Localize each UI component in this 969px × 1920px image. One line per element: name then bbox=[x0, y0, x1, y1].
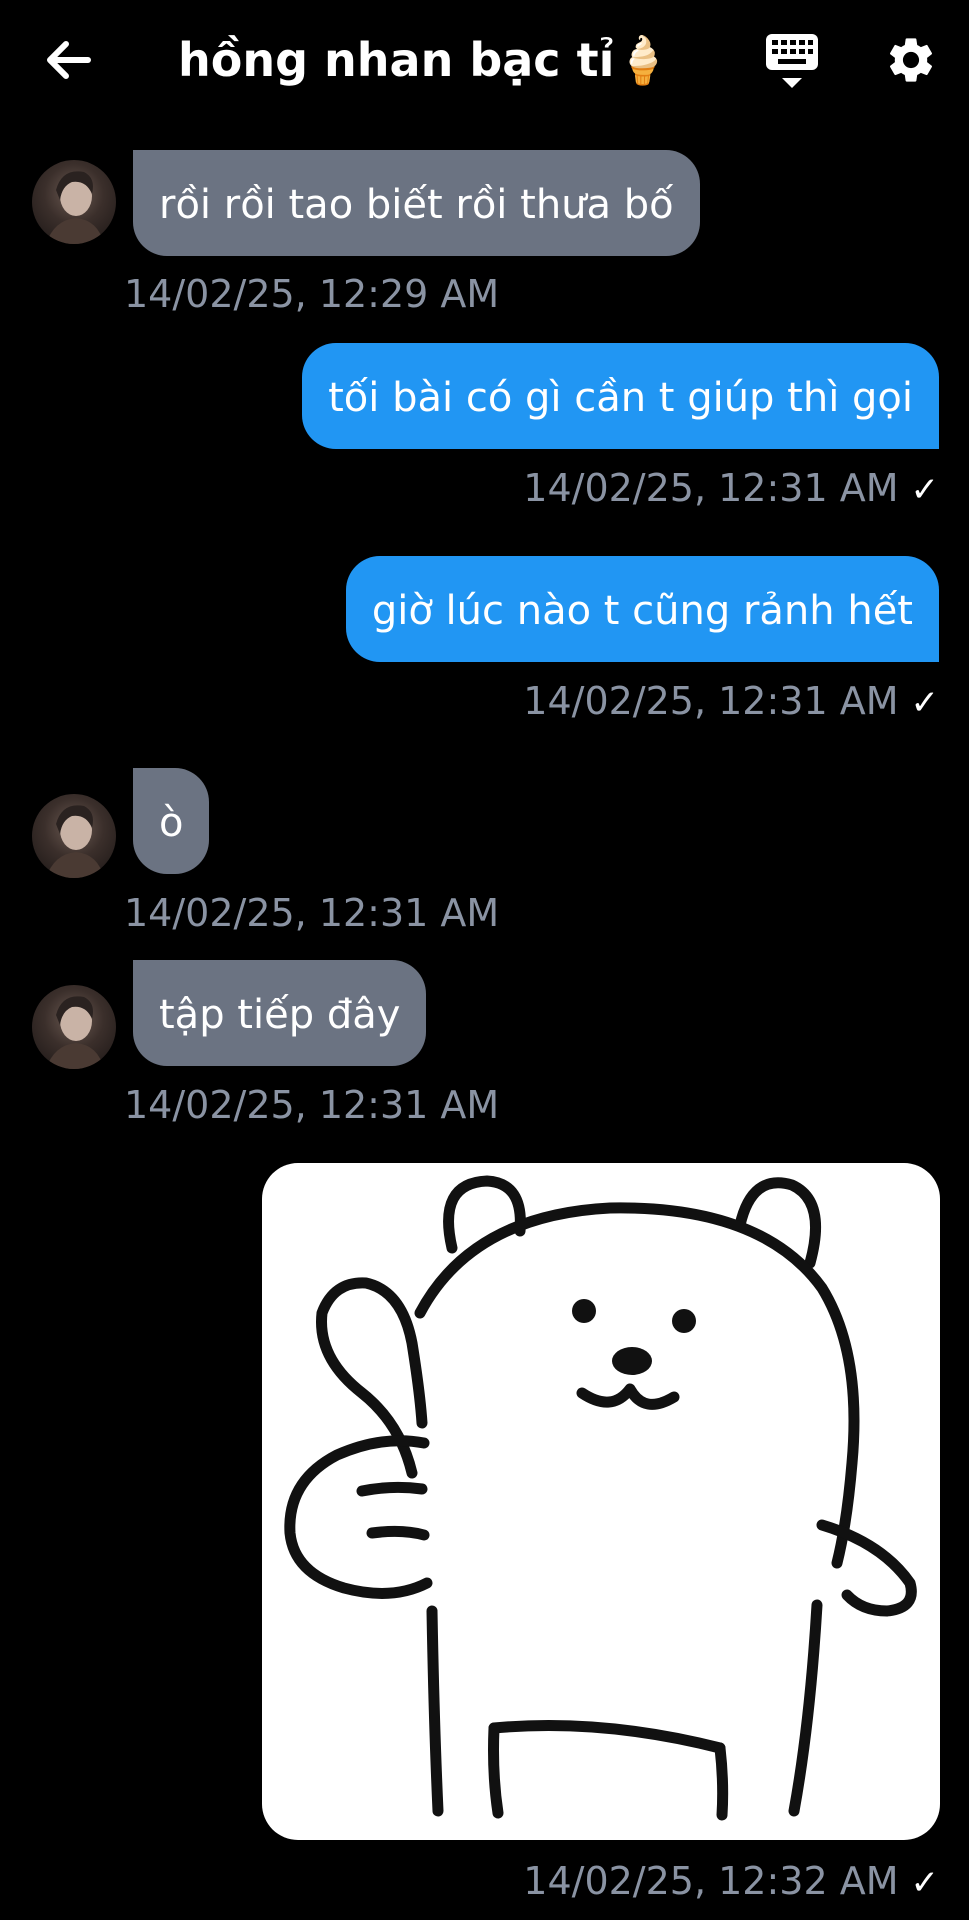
message-timestamp: 14/02/25, 12:32 AM bbox=[523, 1859, 899, 1903]
gear-icon bbox=[889, 38, 933, 82]
message-timestamp: 14/02/25, 12:31 AM bbox=[124, 891, 500, 935]
contact-avatar[interactable] bbox=[32, 985, 116, 1069]
sent-check-icon: ✓ bbox=[910, 1863, 940, 1903]
sticker-message[interactable] bbox=[262, 1163, 940, 1840]
message-bubble-incoming[interactable]: tập tiếp đây bbox=[133, 960, 427, 1066]
message-timestamp: 14/02/25, 12:31 AM bbox=[523, 466, 899, 510]
back-arrow-icon bbox=[47, 41, 91, 79]
settings-button[interactable] bbox=[884, 32, 938, 88]
message-meta: 14/02/25, 12:31 AM ✓ bbox=[523, 466, 939, 512]
message-timestamp: 14/02/25, 12:31 AM bbox=[124, 1083, 500, 1127]
chat-title: hồng nhan bạc tỉ🍦 bbox=[178, 33, 672, 87]
message-bubble-incoming[interactable]: rồi rồi tao biết rồi thưa bố bbox=[133, 150, 700, 256]
sent-check-icon: ✓ bbox=[910, 470, 940, 510]
keyboard-icon bbox=[766, 34, 818, 88]
keyboard-button[interactable] bbox=[764, 32, 820, 92]
contact-avatar[interactable] bbox=[32, 160, 116, 244]
message-timestamp: 14/02/25, 12:29 AM bbox=[124, 272, 500, 316]
message-bubble-incoming[interactable]: ò bbox=[133, 768, 210, 874]
message-meta: 14/02/25, 12:32 AM ✓ bbox=[523, 1859, 939, 1905]
chat-header: hồng nhan bạc tỉ🍦 bbox=[0, 0, 969, 120]
message-bubble-outgoing[interactable]: giờ lúc nào t cũng rảnh hết bbox=[345, 556, 939, 662]
back-button[interactable] bbox=[40, 36, 96, 84]
sent-check-icon: ✓ bbox=[910, 683, 940, 723]
avatar-photo bbox=[46, 171, 104, 244]
message-meta: 14/02/25, 12:31 AM ✓ bbox=[523, 679, 939, 725]
message-bubble-outgoing[interactable]: tối bài có gì cần t giúp thì gọi bbox=[302, 343, 939, 449]
avatar-photo bbox=[46, 996, 104, 1069]
thumbs-up-bear-sticker bbox=[284, 1175, 917, 1821]
avatar-photo bbox=[46, 805, 104, 878]
contact-avatar[interactable] bbox=[32, 794, 116, 878]
message-timestamp: 14/02/25, 12:31 AM bbox=[523, 679, 899, 723]
